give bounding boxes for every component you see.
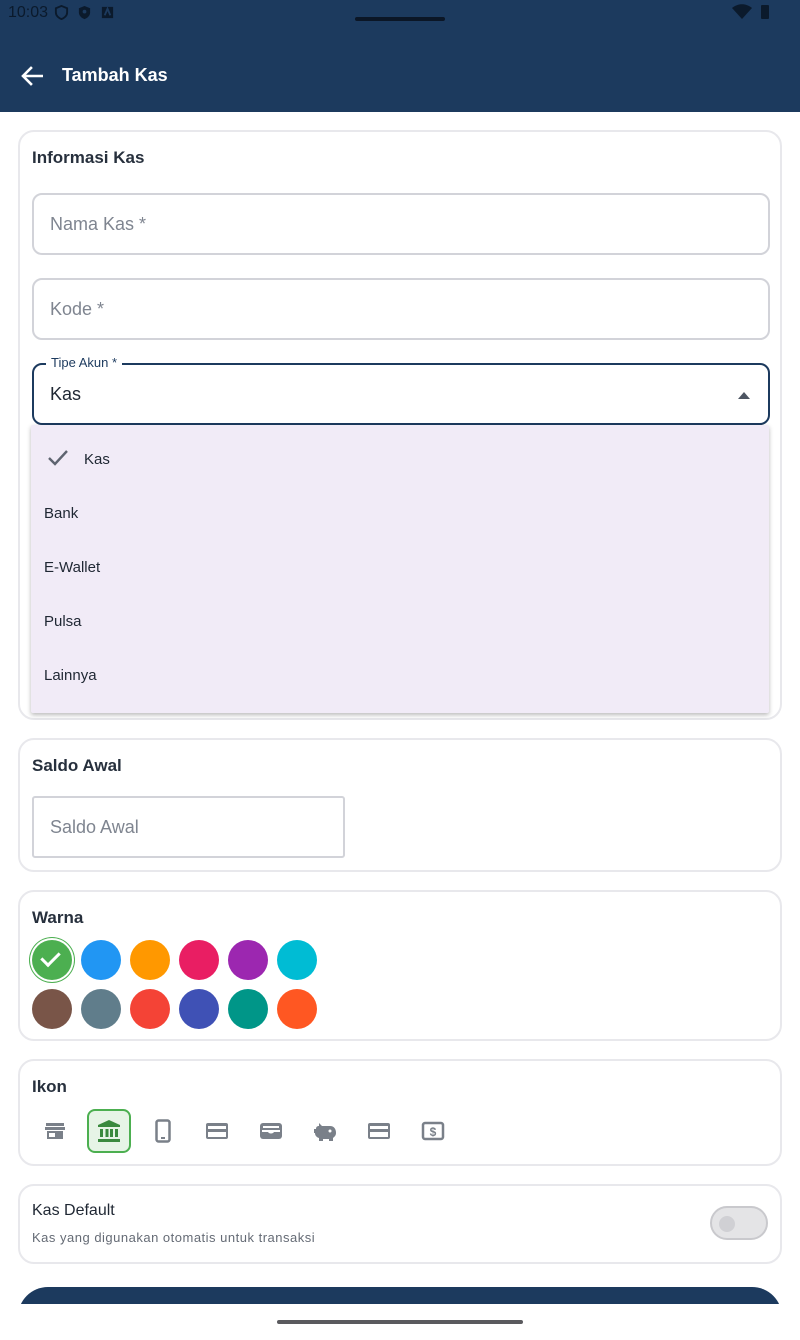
code-placeholder: Kode * — [50, 299, 105, 319]
color-swatch[interactable] — [81, 989, 121, 1029]
default-card: Kas Default Kas yang digunakan otomatis … — [18, 1184, 782, 1264]
default-subtitle: Kas yang digunakan otomatis untuk transa… — [32, 1230, 316, 1245]
color-swatch[interactable] — [81, 940, 121, 980]
app-bar: 10:03 Tambah Kas — [0, 0, 800, 112]
color-card: Warna — [18, 890, 782, 1041]
icon-option-bank[interactable] — [87, 1109, 131, 1153]
saldo-card: Saldo Awal Saldo Awal — [18, 738, 782, 872]
menu-item-label: Lainnya — [44, 667, 97, 684]
menu-item-bank[interactable]: Bank — [31, 488, 769, 542]
account-type-menu: Kas Bank E-Wallet Pulsa Lainnya — [31, 425, 769, 713]
credit-card-icon — [206, 1123, 228, 1139]
menu-item-lainnya[interactable]: Lainnya — [31, 650, 769, 704]
color-swatch[interactable] — [277, 940, 317, 980]
account-type-label: Tipe Akun * — [46, 355, 123, 370]
status-time: 10:03 — [8, 4, 49, 21]
bank-icon — [98, 1120, 120, 1142]
phone-icon — [155, 1119, 171, 1143]
color-swatch[interactable] — [32, 940, 72, 980]
saldo-placeholder: Saldo Awal — [50, 817, 139, 837]
color-swatch[interactable] — [277, 989, 317, 1029]
icon-option-wallet[interactable] — [249, 1109, 293, 1153]
piggy-bank-icon — [314, 1123, 336, 1141]
status-right-icons — [732, 4, 770, 20]
color-swatch[interactable] — [32, 989, 72, 1029]
icon-option-card[interactable] — [357, 1109, 401, 1153]
color-swatch[interactable] — [130, 940, 170, 980]
menu-item-label: Pulsa — [44, 613, 82, 630]
svg-text:$: $ — [430, 1125, 437, 1139]
color-swatch[interactable] — [179, 989, 219, 1029]
security-icon — [78, 5, 91, 20]
icon-option-credit-card[interactable] — [195, 1109, 239, 1153]
page-title: Tambah Kas — [62, 65, 168, 85]
wallet-icon — [260, 1123, 282, 1139]
shield-icon — [54, 5, 69, 20]
color-card-title: Warna — [32, 908, 84, 927]
wifi-icon — [732, 4, 752, 19]
menu-item-ewallet[interactable]: E-Wallet — [31, 542, 769, 596]
saldo-field[interactable]: Saldo Awal — [32, 796, 345, 858]
app-notification-icon — [101, 6, 114, 19]
menu-item-label: Kas — [84, 451, 110, 468]
battery-icon — [761, 5, 769, 19]
check-icon — [48, 450, 68, 466]
menu-item-kas[interactable]: Kas — [31, 434, 769, 488]
menu-item-pulsa[interactable]: Pulsa — [31, 596, 769, 650]
name-placeholder: Nama Kas * — [50, 214, 147, 234]
color-swatch[interactable] — [179, 940, 219, 980]
color-swatch[interactable] — [130, 989, 170, 1029]
icon-option-phone[interactable] — [141, 1109, 185, 1153]
store-icon — [45, 1123, 65, 1139]
cash-icon: $ — [421, 1121, 445, 1141]
default-title: Kas Default — [32, 1202, 115, 1219]
icon-option-piggy-bank[interactable] — [303, 1109, 347, 1153]
icon-card: Ikon $ — [18, 1059, 782, 1166]
color-swatch[interactable] — [228, 940, 268, 980]
dropdown-arrow-icon — [738, 392, 750, 399]
icon-card-title: Ikon — [32, 1077, 67, 1096]
account-type-value: Kas — [50, 384, 82, 404]
menu-item-label: Bank — [44, 505, 79, 522]
camera-notch — [355, 17, 445, 21]
toggle-knob — [719, 1216, 735, 1232]
card-icon — [368, 1123, 390, 1139]
name-field[interactable]: Nama Kas * — [32, 193, 770, 255]
code-field[interactable]: Kode * — [32, 278, 770, 340]
info-card-title: Informasi Kas — [32, 148, 145, 167]
arrow-back-icon — [21, 66, 43, 86]
saldo-card-title: Saldo Awal — [32, 756, 122, 775]
color-swatch[interactable] — [228, 989, 268, 1029]
account-type-dropdown[interactable]: Tipe Akun * Kas — [32, 355, 770, 425]
icon-option-store[interactable] — [33, 1109, 77, 1153]
home-indicator[interactable] — [277, 1320, 523, 1324]
menu-item-label: E-Wallet — [44, 559, 101, 576]
back-button[interactable] — [18, 62, 46, 90]
default-toggle[interactable] — [710, 1206, 768, 1240]
icon-option-cash[interactable]: $ — [411, 1109, 455, 1153]
status-icons — [54, 5, 115, 20]
